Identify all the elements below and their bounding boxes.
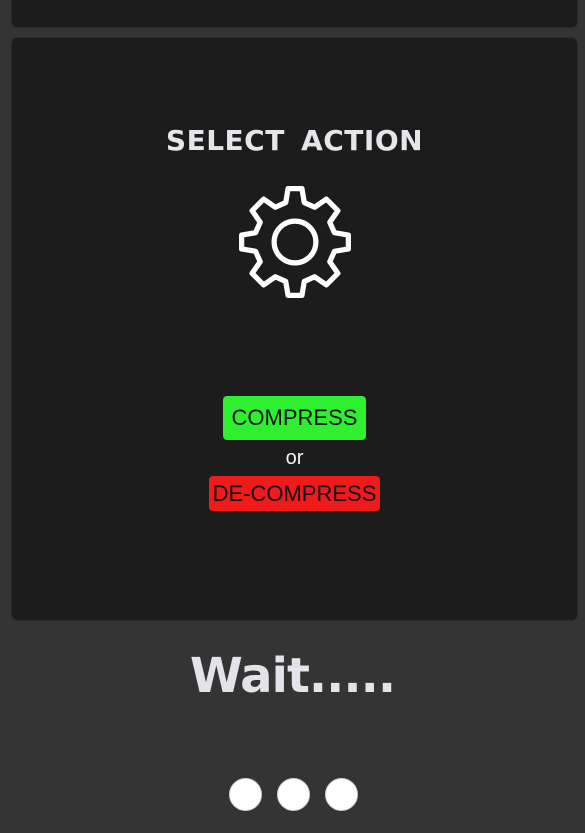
card-title: SELECT ACTION	[165, 124, 424, 157]
loading-dot	[325, 778, 358, 811]
compress-button[interactable]: COMPRESS	[222, 396, 367, 440]
gear-icon	[237, 184, 353, 300]
or-label: or	[285, 447, 304, 469]
action-choices: COMPRESS or DE-COMPRESS	[12, 396, 577, 511]
top-panel	[11, 0, 578, 28]
wait-text: Wait.....	[189, 648, 396, 704]
loading-dots	[229, 778, 361, 814]
select-action-card: SELECT ACTION COMPRESS or DE-COMPRESS	[11, 37, 578, 621]
decompress-button[interactable]: DE-COMPRESS	[208, 476, 381, 511]
loading-dot	[229, 778, 262, 811]
loading-dot	[277, 778, 310, 811]
